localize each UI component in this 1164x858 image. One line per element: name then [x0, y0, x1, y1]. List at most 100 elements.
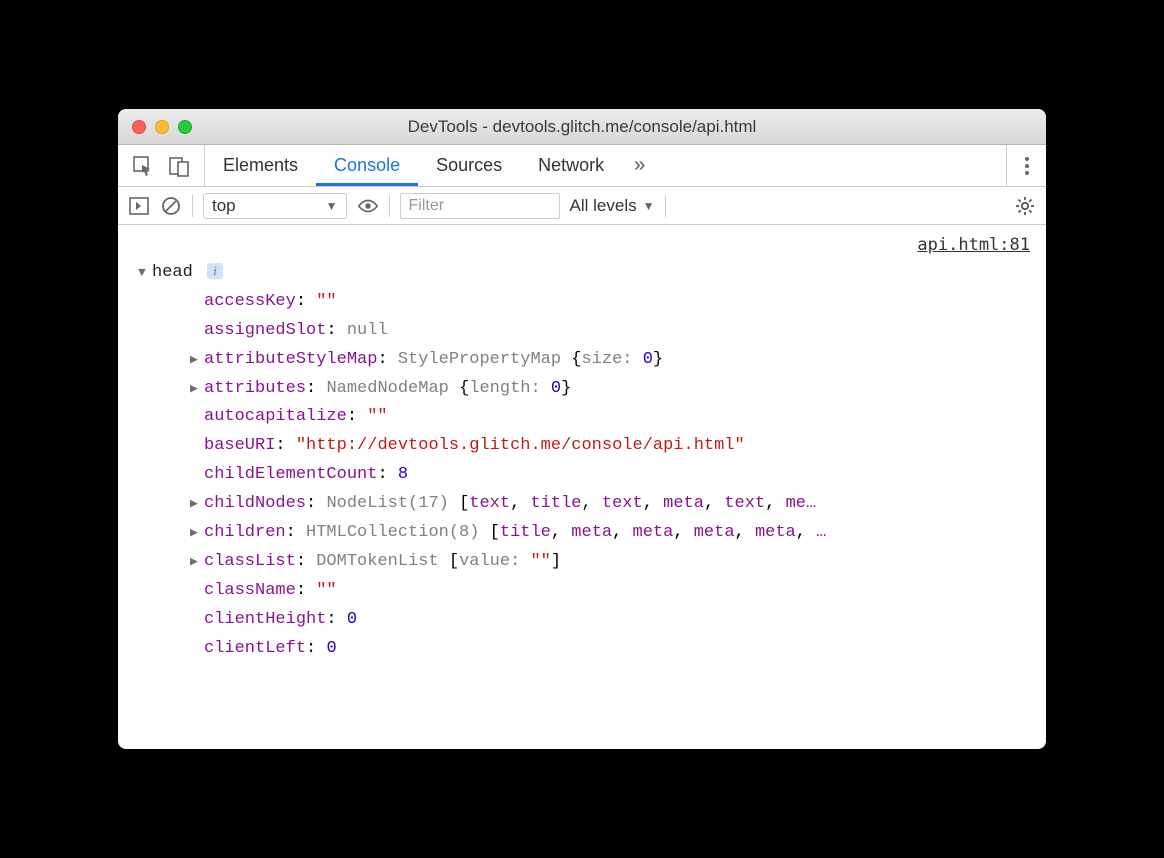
property-name: accessKey — [204, 292, 296, 311]
source-link[interactable]: api.html:81 — [917, 231, 1030, 260]
property-name: attributes — [204, 379, 306, 398]
devtools-window: DevTools - devtools.glitch.me/console/ap… — [118, 109, 1046, 749]
property-value: 0 — [347, 610, 357, 629]
traffic-lights — [118, 120, 192, 134]
clear-console-icon[interactable] — [160, 195, 182, 217]
property-row[interactable]: assignedSlot: null — [138, 317, 1034, 346]
property-row[interactable]: classList: DOMTokenList [value: ""] — [138, 548, 1034, 577]
inspect-element-icon[interactable] — [132, 155, 154, 177]
property-row[interactable]: children: HTMLCollection(8) [title, meta… — [138, 519, 1034, 548]
inner-key: length: — [469, 379, 551, 398]
kebab-menu-icon[interactable] — [1006, 145, 1034, 186]
live-expression-icon[interactable] — [357, 195, 379, 217]
separator — [665, 195, 666, 217]
filter-input[interactable] — [400, 193, 560, 219]
property-value: "" — [316, 581, 336, 600]
disclosure-triangle-icon[interactable] — [190, 378, 202, 400]
disclosure-triangle-icon[interactable] — [190, 522, 202, 544]
property-name: children — [204, 523, 286, 542]
toggle-sidebar-icon[interactable] — [128, 195, 150, 217]
console-settings-icon[interactable] — [1014, 195, 1036, 217]
list-item: … — [816, 523, 826, 542]
inner-value: 0 — [551, 379, 561, 398]
disclosure-triangle-icon[interactable] — [190, 551, 202, 573]
object-name: head — [152, 263, 193, 282]
panel-tabbar: Elements Console Sources Network » — [118, 145, 1046, 187]
class-name: HTMLCollection(8) — [306, 523, 490, 542]
list-item: meta — [755, 523, 796, 542]
inner-value: "" — [530, 552, 550, 571]
property-name: attributeStyleMap — [204, 350, 377, 369]
tab-elements[interactable]: Elements — [205, 145, 316, 186]
property-row[interactable]: attributes: NamedNodeMap {length: 0} — [138, 375, 1034, 404]
property-row[interactable]: childNodes: NodeList(17) [text, title, t… — [138, 490, 1034, 519]
context-label: top — [212, 196, 236, 216]
tabbar-left-icons — [118, 145, 205, 186]
property-name: childNodes — [204, 494, 306, 513]
property-name: clientLeft — [204, 639, 306, 658]
inner-key: size: — [581, 350, 642, 369]
object-tree: head i accessKey: ""assignedSlot: nullat… — [138, 259, 1034, 663]
property-row[interactable]: attributeStyleMap: StylePropertyMap {siz… — [138, 346, 1034, 375]
zoom-window-button[interactable] — [178, 120, 192, 134]
list-item: meta — [694, 523, 735, 542]
class-name: StylePropertyMap — [398, 350, 571, 369]
property-row[interactable]: clientHeight: 0 — [138, 606, 1034, 635]
disclosure-triangle-icon[interactable] — [190, 349, 202, 371]
minimize-window-button[interactable] — [155, 120, 169, 134]
property-value: 0 — [326, 639, 336, 658]
property-name: baseURI — [204, 436, 275, 455]
list-item: text — [724, 494, 765, 513]
property-value: 8 — [398, 465, 408, 484]
disclosure-triangle-icon[interactable] — [138, 262, 150, 284]
chevron-down-icon: ▼ — [326, 199, 338, 213]
property-row[interactable]: accessKey: "" — [138, 288, 1034, 317]
tab-network[interactable]: Network — [520, 145, 622, 186]
more-tabs-button[interactable]: » — [622, 154, 657, 177]
console-toolbar: top ▼ All levels ▼ — [118, 187, 1046, 225]
context-selector[interactable]: top ▼ — [203, 193, 347, 219]
list-item: me… — [786, 494, 817, 513]
window-title: DevTools - devtools.glitch.me/console/ap… — [118, 117, 1046, 137]
property-name: assignedSlot — [204, 321, 326, 340]
property-name: childElementCount — [204, 465, 377, 484]
info-icon[interactable]: i — [207, 263, 223, 279]
property-row[interactable]: className: "" — [138, 577, 1034, 606]
list-item: title — [530, 494, 581, 513]
list-item: text — [602, 494, 643, 513]
list-item: meta — [633, 523, 674, 542]
levels-label: All levels — [570, 196, 637, 216]
tab-sources[interactable]: Sources — [418, 145, 520, 186]
property-row[interactable]: childElementCount: 8 — [138, 461, 1034, 490]
list-item: text — [469, 494, 510, 513]
property-name: className — [204, 581, 296, 600]
property-value: null — [347, 321, 388, 340]
property-row[interactable]: autocapitalize: "" — [138, 403, 1034, 432]
property-name: classList — [204, 552, 296, 571]
device-toolbar-icon[interactable] — [168, 155, 190, 177]
log-levels-selector[interactable]: All levels ▼ — [570, 196, 655, 216]
inner-value: 0 — [643, 350, 653, 369]
property-name: autocapitalize — [204, 407, 347, 426]
separator — [389, 195, 390, 217]
property-row[interactable]: clientLeft: 0 — [138, 635, 1034, 664]
class-name: NodeList(17) — [326, 494, 459, 513]
separator — [192, 195, 193, 217]
chevron-down-icon: ▼ — [643, 199, 655, 213]
panel-tabs: Elements Console Sources Network » — [205, 145, 657, 186]
property-value: "" — [316, 292, 336, 311]
inner-key: value: — [459, 552, 530, 571]
property-name: clientHeight — [204, 610, 326, 629]
object-root-row[interactable]: head i — [138, 259, 1034, 288]
disclosure-triangle-icon[interactable] — [190, 493, 202, 515]
tab-console[interactable]: Console — [316, 145, 418, 186]
list-item: meta — [663, 494, 704, 513]
class-name: NamedNodeMap — [326, 379, 459, 398]
tabbar-right-icons — [994, 145, 1046, 186]
close-window-button[interactable] — [132, 120, 146, 134]
property-value: "" — [367, 407, 387, 426]
list-item: meta — [571, 523, 612, 542]
console-output: api.html:81 head i accessKey: ""assigned… — [118, 225, 1046, 749]
property-row[interactable]: baseURI: "http://devtools.glitch.me/cons… — [138, 432, 1034, 461]
list-item: title — [500, 523, 551, 542]
